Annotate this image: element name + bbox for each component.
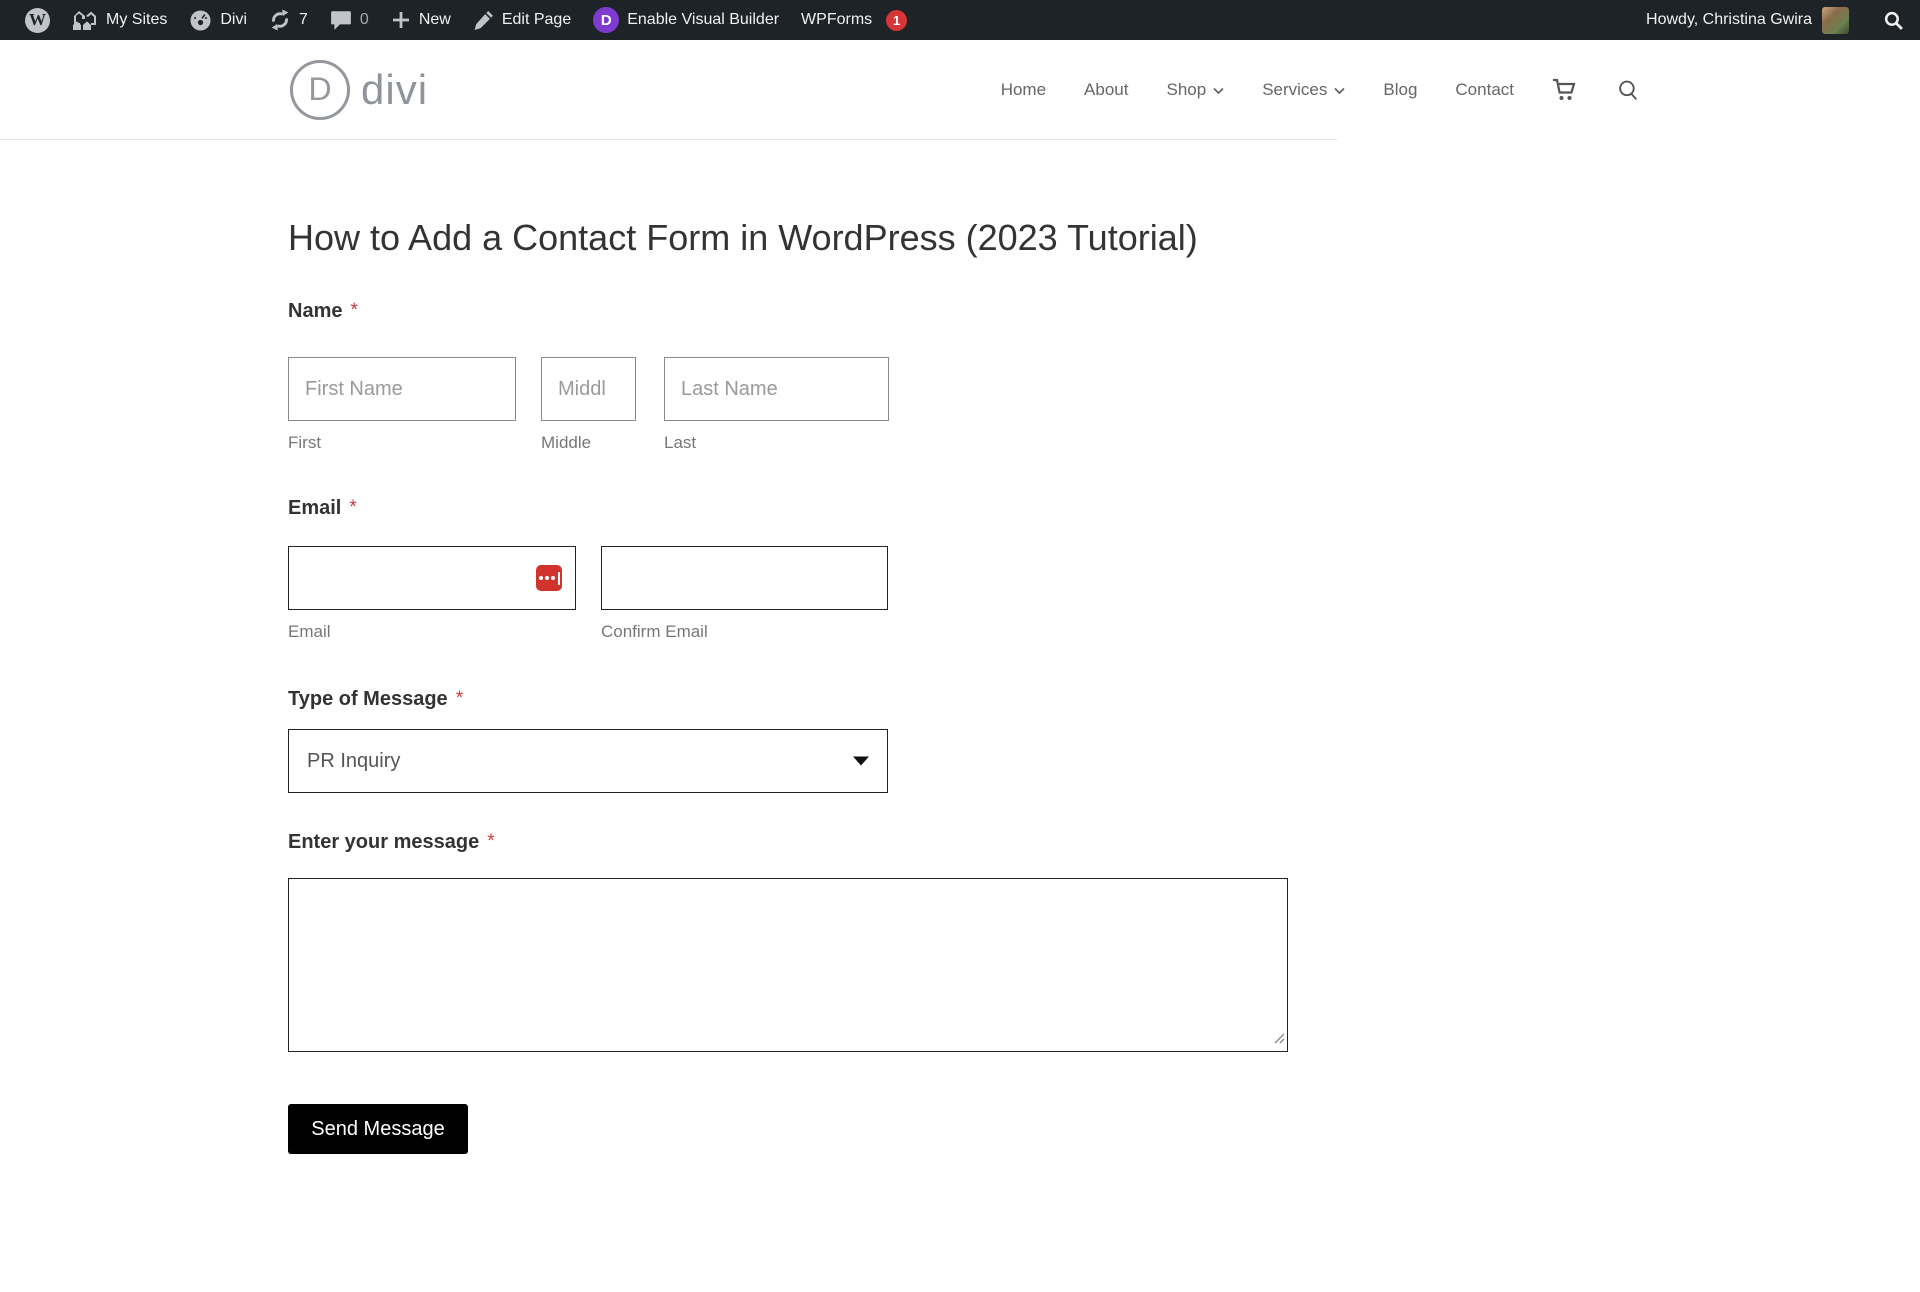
type-of-message-select[interactable]: PR Inquiry — [288, 729, 888, 793]
site-header: D divi Home About Shop Services Blog Con… — [0, 40, 1920, 140]
message-textarea[interactable] — [288, 878, 1288, 1052]
confirm-email-input[interactable] — [601, 546, 888, 610]
first-name-column: First — [288, 357, 516, 453]
required-asterisk: * — [349, 497, 357, 518]
wordpress-logo-icon: W — [25, 7, 50, 33]
lastpass-icon[interactable] — [536, 565, 562, 591]
message-field-label: Enter your message * — [288, 831, 1288, 854]
enable-visual-builder-label: Enable Visual Builder — [627, 11, 780, 28]
wpforms-notification-badge: 1 — [886, 9, 908, 31]
admin-search[interactable] — [1872, 0, 1906, 40]
send-message-button[interactable]: Send Message — [288, 1104, 468, 1154]
textarea-resize-handle[interactable] — [1273, 1031, 1285, 1049]
nav-services[interactable]: Services — [1262, 80, 1346, 100]
nav-home[interactable]: Home — [1001, 80, 1046, 100]
divi-logo-icon: D — [290, 60, 350, 120]
main-navigation: Home About Shop Services Blog Contact — [1001, 40, 1640, 140]
type-label-text: Type of Message — [288, 688, 448, 710]
middle-name-input[interactable] — [541, 357, 636, 421]
divi-menu-label: Divi — [220, 11, 248, 28]
comments-count: 0 — [359, 11, 369, 28]
nav-home-label: Home — [1000, 80, 1047, 99]
wp-logo-menu[interactable]: W — [14, 0, 61, 40]
wpforms-menu[interactable]: WPForms 1 — [790, 0, 918, 40]
confirm-email-sublabel: Confirm Email — [601, 622, 708, 641]
comments-menu[interactable]: 0 — [319, 0, 380, 40]
nav-blog-label: Blog — [1383, 80, 1418, 99]
divi-menu-icon — [189, 9, 212, 32]
required-asterisk: * — [487, 831, 495, 852]
edit-page-menu[interactable]: Edit Page — [462, 0, 582, 40]
wpforms-label: WPForms — [801, 11, 873, 28]
edit-page-label: Edit Page — [501, 11, 572, 28]
update-icon — [269, 9, 291, 31]
enable-visual-builder-menu[interactable]: D Enable Visual Builder — [582, 0, 790, 40]
select-dropdown-arrow-icon — [853, 756, 869, 766]
last-name-input[interactable] — [664, 357, 889, 421]
email-fields-row: Email Confirm Email — [288, 546, 1288, 642]
confirm-email-column: Confirm Email — [601, 546, 888, 642]
my-sites-label: My Sites — [106, 11, 168, 28]
nav-blog[interactable]: Blog — [1383, 80, 1417, 100]
chevron-down-icon — [1213, 80, 1224, 100]
type-of-message-label: Type of Message * — [288, 688, 1288, 711]
site-logo[interactable]: D divi — [290, 60, 428, 120]
last-name-column: Last — [664, 357, 889, 453]
required-asterisk: * — [455, 688, 464, 709]
avatar — [1822, 6, 1849, 34]
first-name-input[interactable] — [288, 357, 516, 421]
message-textarea-wrap — [288, 878, 1288, 1052]
email-label-text: Email — [288, 497, 342, 519]
nav-contact[interactable]: Contact — [1455, 80, 1514, 100]
nav-services-label: Services — [1262, 80, 1328, 99]
email-field-label: Email * — [288, 497, 1288, 520]
new-content-menu[interactable]: New — [380, 0, 462, 40]
wp-admin-bar: W My Sites Divi 7 0 New Edit Page D Enab… — [0, 0, 1920, 40]
first-name-sublabel: First — [288, 433, 322, 452]
nav-about-label: About — [1084, 80, 1129, 99]
name-label-text: Name — [288, 300, 343, 322]
header-divider — [0, 139, 1337, 140]
site-logo-text: divi — [361, 66, 429, 113]
required-asterisk: * — [350, 300, 358, 321]
header-search-icon[interactable] — [1617, 79, 1640, 102]
divi-menu[interactable]: Divi — [178, 0, 258, 40]
selected-option-label: PR Inquiry — [307, 749, 401, 772]
email-column: Email — [288, 546, 576, 642]
my-sites-menu[interactable]: My Sites — [61, 0, 178, 40]
my-account-menu[interactable]: Howdy, Christina Gwira — [1635, 0, 1860, 40]
middle-name-sublabel: Middle — [541, 433, 592, 452]
updates-menu[interactable]: 7 — [258, 0, 319, 40]
name-fields-row: First Middle Last — [288, 357, 1288, 453]
howdy-label: Howdy, Christina Gwira — [1646, 11, 1812, 28]
page-content: How to Add a Contact Form in WordPress (… — [288, 212, 1288, 1154]
email-sublabel: Email — [288, 622, 331, 641]
nav-about[interactable]: About — [1084, 80, 1128, 100]
message-label-text: Enter your message — [288, 831, 480, 853]
nav-contact-label: Contact — [1455, 80, 1514, 99]
search-icon — [1883, 10, 1904, 31]
middle-name-column: Middle — [541, 357, 636, 453]
chevron-down-icon — [1334, 80, 1346, 100]
page-title: How to Add a Contact Form in WordPress (… — [288, 217, 1198, 258]
last-name-sublabel: Last — [664, 433, 697, 452]
divi-builder-icon: D — [593, 7, 620, 33]
comment-icon — [330, 9, 352, 31]
plus-icon — [391, 10, 411, 30]
nav-shop-label: Shop — [1166, 80, 1207, 99]
new-label: New — [418, 11, 451, 28]
email-input[interactable] — [288, 546, 576, 610]
pencil-icon — [473, 10, 494, 31]
updates-count: 7 — [299, 11, 308, 28]
nav-shop[interactable]: Shop — [1166, 80, 1224, 100]
cart-icon[interactable] — [1552, 78, 1579, 102]
name-field-label: Name * — [288, 300, 1288, 323]
my-sites-icon — [72, 9, 98, 31]
